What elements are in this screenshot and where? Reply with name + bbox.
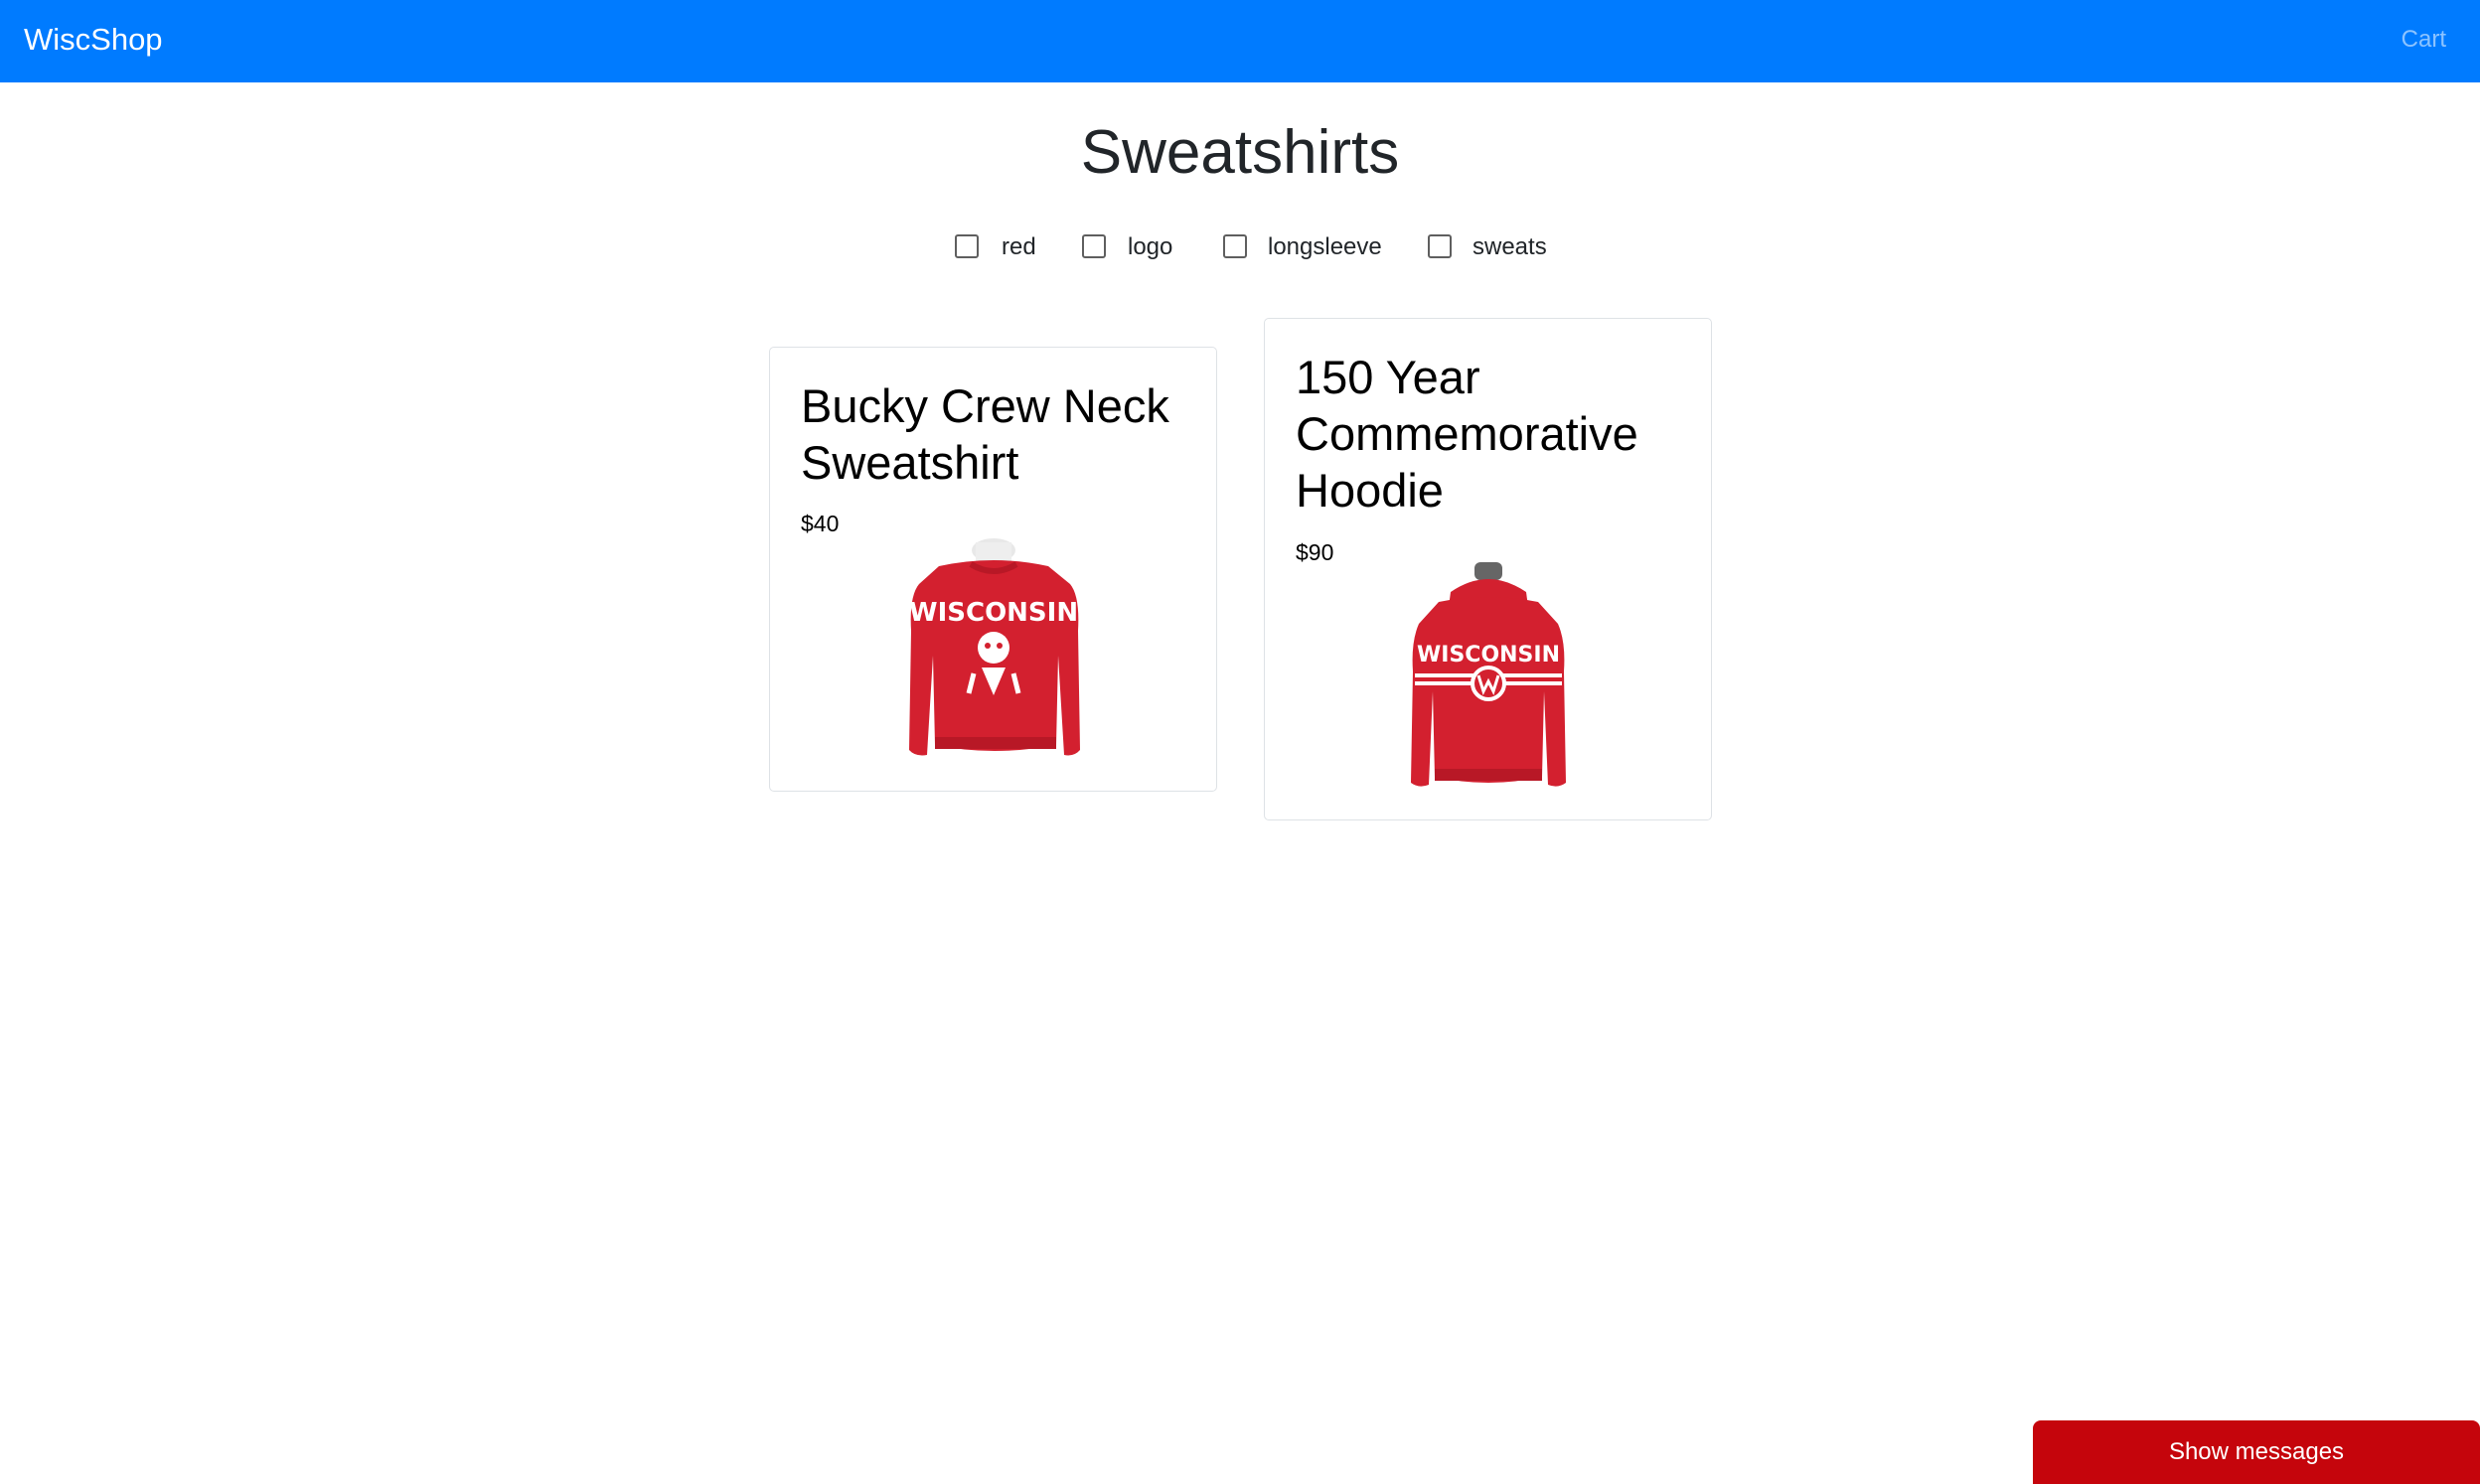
product-name: Bucky Crew Neck Sweatshirt	[801, 379, 1169, 489]
cart-link[interactable]: Cart	[2402, 26, 2446, 54]
product-price: $90	[1296, 539, 1334, 565]
page-title: Sweatshirts	[1080, 118, 1400, 187]
svg-text:WISCONSIN: WISCONSIN	[909, 598, 1078, 628]
navbar: WiscShop Cart	[0, 0, 2480, 82]
filter-sweats-label: sweats	[1472, 233, 1547, 260]
crewneck-sweatshirt-image: WISCONSIN	[909, 538, 1080, 756]
product-card[interactable]: 150 Year Commemorative Hoodie $90 WISCON…	[1264, 318, 1712, 820]
filter-sweats-checkbox[interactable]	[1428, 234, 1452, 258]
tag-filters: red logo longsleeve sweats	[0, 231, 2480, 271]
brand-link[interactable]: WiscShop	[24, 22, 163, 58]
product-name: 150 Year Commemorative Hoodie	[1296, 351, 1638, 517]
product-price: $40	[801, 511, 840, 536]
filter-red-checkbox[interactable]	[955, 234, 979, 258]
filter-longsleeve-label: longsleeve	[1268, 233, 1382, 260]
filter-longsleeve-checkbox[interactable]	[1223, 234, 1247, 258]
filter-logo-label: logo	[1128, 233, 1173, 260]
svg-text:WISCONSIN: WISCONSIN	[1417, 643, 1560, 668]
hoodie-image: WISCONSIN	[1411, 562, 1566, 787]
filter-red-label: red	[1002, 233, 1036, 260]
product-card[interactable]: Bucky Crew Neck Sweatshirt $40 WISCONSIN	[769, 347, 1217, 792]
show-messages-button[interactable]: Show messages	[2033, 1420, 2480, 1484]
filter-logo-checkbox[interactable]	[1082, 234, 1106, 258]
